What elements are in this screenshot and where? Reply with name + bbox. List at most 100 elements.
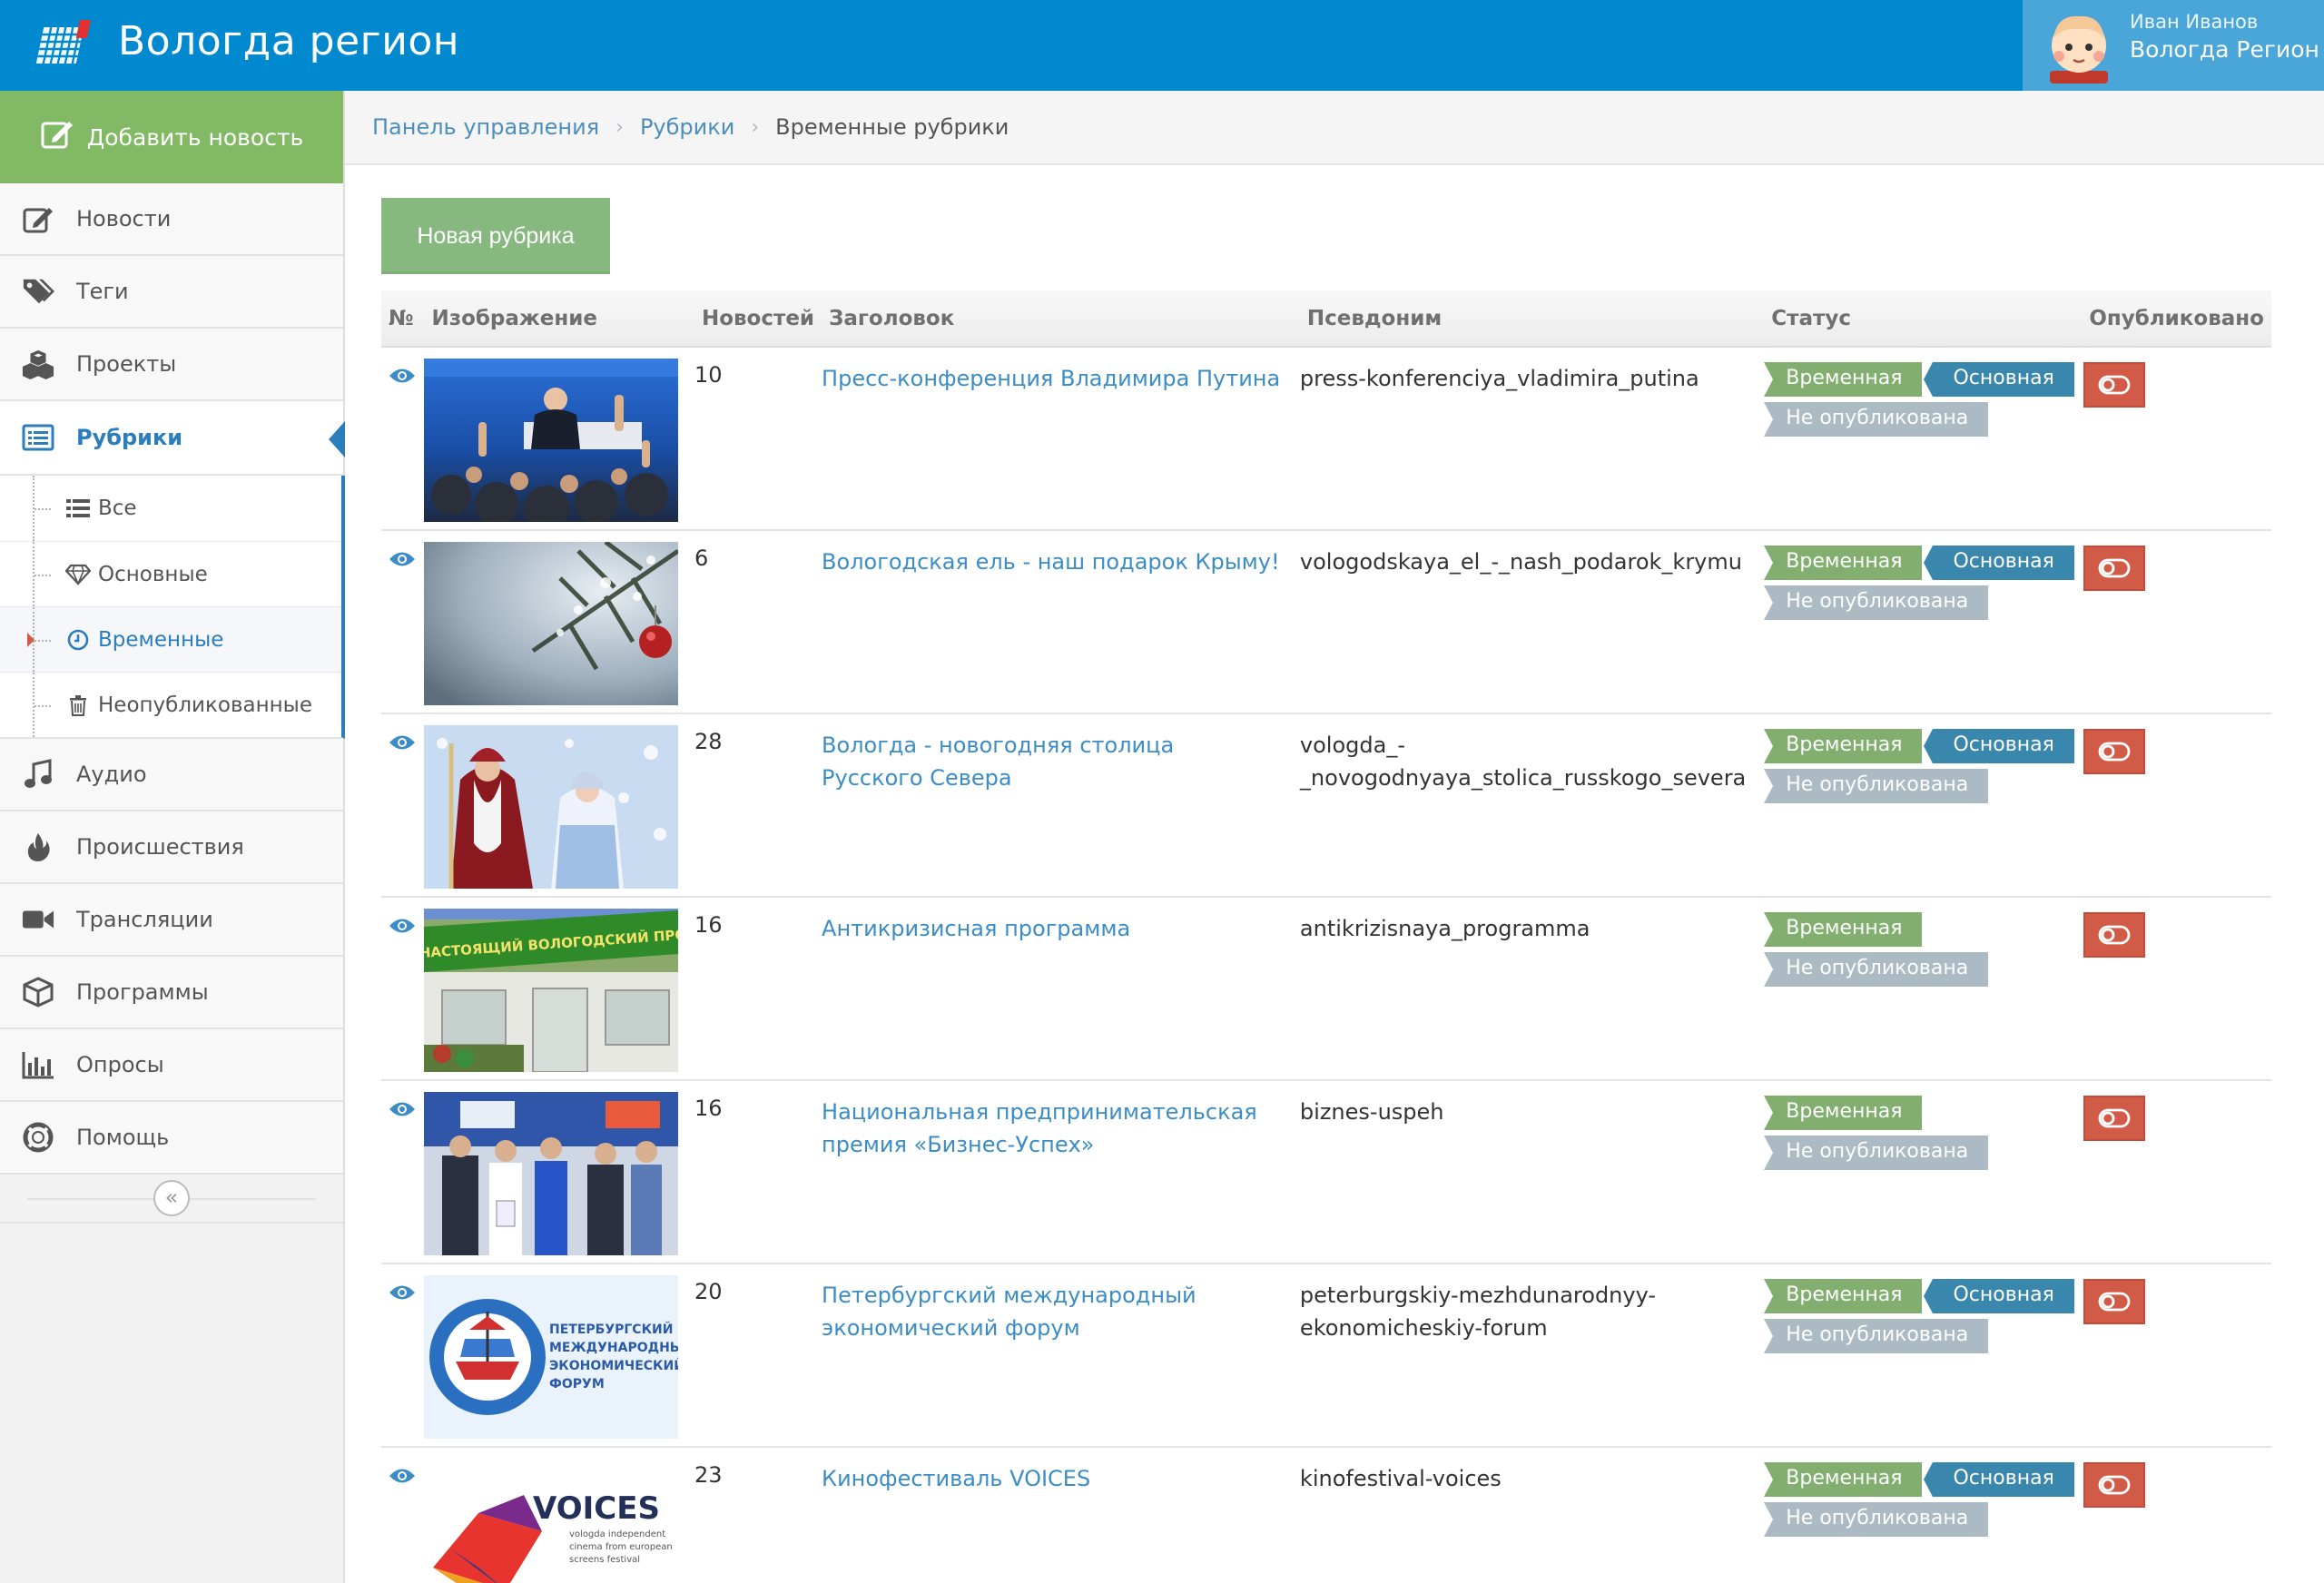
- column-header-number[interactable]: №: [381, 290, 425, 348]
- add-news-button[interactable]: Добавить новость: [0, 91, 343, 183]
- breadcrumb: Панель управления › Рубрики › Временные …: [345, 91, 2324, 165]
- rubric-thumbnail[interactable]: ПЕТЕРБУРГСКИЙ МЕЖДУНАРОДНЫЙ ЭКОНОМИЧЕСКИ…: [424, 1275, 679, 1439]
- sidebar-item-polls[interactable]: Опросы: [0, 1029, 343, 1102]
- eye-icon[interactable]: [389, 916, 416, 936]
- rubrics-submenu: Все Основные Временные Неопубликованные: [0, 476, 345, 739]
- rubric-thumbnail[interactable]: [424, 359, 679, 522]
- publish-toggle-button[interactable]: [2083, 362, 2146, 408]
- table-row: 100% НАСТОЯЩИЙ ВОЛОГОДСКИЙ ПРОДУКТ 16 Ан…: [381, 897, 2271, 1081]
- breadcrumb-rubrics-link[interactable]: Рубрики: [640, 114, 734, 140]
- rubric-thumbnail[interactable]: [424, 1092, 679, 1255]
- sidebar-item-rubrics[interactable]: Рубрики: [0, 401, 345, 476]
- news-count: 28: [694, 713, 822, 898]
- sidebar-item-incidents[interactable]: Происшествия: [0, 811, 343, 884]
- status-badge-main: Основная: [1924, 1279, 2074, 1313]
- sidebar-item-audio[interactable]: Аудио: [0, 739, 343, 811]
- sidebar-item-label: Опросы: [76, 1052, 164, 1077]
- news-count: 23: [694, 1462, 723, 1488]
- submenu-item-all[interactable]: Все: [0, 476, 341, 541]
- submenu-item-temporary[interactable]: Временные: [0, 606, 341, 672]
- status-badge-unpublished: Не опубликована: [1764, 402, 1989, 437]
- breadcrumb-current: Временные рубрики: [775, 114, 1009, 140]
- breadcrumb-dashboard-link[interactable]: Панель управления: [372, 114, 599, 140]
- eye-icon[interactable]: [389, 1283, 416, 1303]
- sidebar-item-news[interactable]: Новости: [0, 183, 343, 256]
- status-badge-main: Основная: [1924, 362, 2074, 397]
- publish-toggle-button[interactable]: [2083, 729, 2146, 774]
- column-header-image[interactable]: Изображение: [424, 290, 694, 348]
- rubric-title-link[interactable]: Антикризисная программа: [822, 912, 1300, 945]
- eye-icon[interactable]: [389, 733, 416, 752]
- status-badge-temporary: Временная: [1764, 729, 1923, 763]
- publish-toggle-button[interactable]: [2083, 1279, 2146, 1324]
- submenu-item-unpublished[interactable]: Неопубликованные: [0, 672, 341, 737]
- site-brand[interactable]: Вологда регион: [118, 16, 459, 67]
- submenu-item-main[interactable]: Основные: [0, 541, 341, 606]
- column-header-published[interactable]: Опубликовано: [2082, 290, 2271, 348]
- logo-icon[interactable]: [34, 20, 93, 67]
- eye-icon[interactable]: [389, 1466, 416, 1486]
- diamond-icon: [65, 562, 91, 587]
- sidebar-menu: Новости Теги Проекты Рубрики Все Основны…: [0, 183, 345, 1224]
- chevron-right-icon: ›: [615, 115, 624, 139]
- news-count: 10: [694, 347, 822, 531]
- music-icon: [22, 758, 54, 791]
- sidebar-item-label: Происшествия: [76, 834, 244, 860]
- rubric-title-link[interactable]: Вологодская ель - наш подарок Крыму!: [822, 546, 1300, 578]
- sidebar-item-label: Помощь: [76, 1125, 170, 1150]
- sidebar-item-label: Программы: [76, 979, 209, 1005]
- status-badge-unpublished: Не опубликована: [1764, 1136, 1989, 1170]
- column-header-alias[interactable]: Псевдоним: [1299, 290, 1765, 348]
- rubric-thumbnail[interactable]: VOICES vologda independent cinema from e…: [424, 1459, 679, 1583]
- table-row: 16 Национальная предпринимательская прем…: [381, 1080, 2271, 1264]
- column-header-count[interactable]: Новостей: [694, 290, 822, 348]
- user-menu[interactable]: Иван Иванов Вологда Регион: [2023, 0, 2324, 91]
- voices-logo-subtitle: vologda independent: [569, 1529, 665, 1539]
- sidebar-item-label: Трансляции: [76, 907, 213, 932]
- rubric-title-link[interactable]: Пресс-конференция Владимира Путина: [822, 362, 1300, 395]
- table-row: ПЕТЕРБУРГСКИЙ МЕЖДУНАРОДНЫЙ ЭКОНОМИЧЕСКИ…: [381, 1263, 2271, 1448]
- publish-toggle-button[interactable]: [2083, 1096, 2146, 1141]
- rubric-title-link[interactable]: Петербургский международный экономически…: [822, 1279, 1300, 1344]
- sidebar-item-label: Проекты: [76, 351, 177, 377]
- sidebar: Добавить новость Новости Теги Проекты Ру…: [0, 91, 345, 1583]
- table-row: 10 Пресс-конференция Владимира Путина pr…: [381, 347, 2271, 531]
- rubric-thumbnail[interactable]: [424, 542, 679, 705]
- rubric-title-link[interactable]: Кинофестиваль VOICES: [822, 1462, 1300, 1495]
- rubric-title-link[interactable]: Вологда - новогодняя столица Русского Се…: [822, 729, 1300, 794]
- rubric-alias: vologodskaya_el_-_nash_podarok_krymu: [1299, 549, 1742, 575]
- eye-icon[interactable]: [389, 1099, 416, 1119]
- eye-icon[interactable]: [389, 549, 416, 569]
- cube-icon: [22, 976, 54, 1008]
- rubric-alias: vologda_-_novogodnyaya_stolica_russkogo_…: [1299, 733, 1747, 791]
- sidebar-item-help[interactable]: Помощь: [0, 1102, 343, 1175]
- sidebar-item-programs[interactable]: Программы: [0, 957, 343, 1029]
- rubric-title-link[interactable]: Национальная предпринимательская премия …: [822, 1096, 1300, 1161]
- column-header-title[interactable]: Заголовок: [822, 290, 1300, 348]
- toggle-off-icon: [2098, 1108, 2131, 1128]
- sidebar-item-projects[interactable]: Проекты: [0, 329, 343, 401]
- rubric-thumbnail[interactable]: [424, 725, 679, 889]
- list-alt-icon: [22, 421, 54, 454]
- news-count: 16: [694, 1080, 822, 1264]
- status-badge-main: Основная: [1924, 1462, 2074, 1497]
- video-camera-icon: [22, 903, 54, 936]
- column-header-status[interactable]: Статус: [1764, 290, 2083, 348]
- sidebar-item-label: Теги: [76, 279, 129, 304]
- rubric-alias: kinofestival-voices: [1299, 1466, 1502, 1491]
- publish-toggle-button[interactable]: [2083, 912, 2146, 958]
- status-badge-unpublished: Не опубликована: [1764, 769, 1989, 803]
- sidebar-item-label: Рубрики: [76, 425, 183, 450]
- eye-icon[interactable]: [389, 366, 416, 386]
- tags-icon: [22, 275, 54, 308]
- publish-toggle-button[interactable]: [2083, 1462, 2146, 1508]
- main-content: Панель управления › Рубрики › Временные …: [345, 91, 2324, 1583]
- status-badge-temporary: Временная: [1764, 362, 1923, 397]
- publish-toggle-button[interactable]: [2083, 546, 2146, 591]
- sidebar-item-tags[interactable]: Теги: [0, 256, 343, 329]
- rubric-thumbnail[interactable]: 100% НАСТОЯЩИЙ ВОЛОГОДСКИЙ ПРОДУКТ: [424, 909, 679, 1072]
- sidebar-item-broadcasts[interactable]: Трансляции: [0, 884, 343, 957]
- collapse-sidebar-button[interactable]: «: [153, 1180, 190, 1216]
- new-rubric-button[interactable]: Новая рубрика: [381, 198, 610, 274]
- news-count: 20: [694, 1263, 822, 1448]
